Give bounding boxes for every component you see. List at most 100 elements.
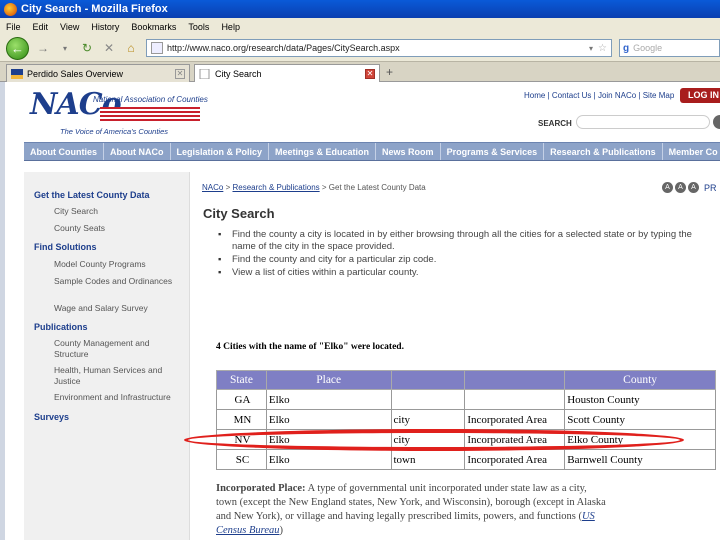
back-button[interactable]: ← xyxy=(6,36,29,60)
table-row: MN Elko city Incorporated Area Scott Cou… xyxy=(216,409,716,430)
window-titlebar: City Search - Mozilla Firefox xyxy=(0,0,720,18)
highlight-ellipse xyxy=(184,429,684,451)
page-title: City Search xyxy=(203,206,275,221)
sidebar-item-county-management[interactable]: County Management and Structure xyxy=(54,338,186,360)
cell-county: Scott County xyxy=(564,409,716,430)
cell-state: MN xyxy=(216,409,267,430)
main-navigation: About Counties About NACo Legislation & … xyxy=(24,142,720,161)
reload-button[interactable]: ↻ xyxy=(79,40,95,56)
list-item: View a list of cities within a particula… xyxy=(218,267,718,279)
sidebar-item-sample-codes[interactable]: Sample Codes and Ordinances xyxy=(54,276,186,287)
stop-button[interactable]: ✕ xyxy=(101,40,117,56)
sidebar-item-county-seats[interactable]: County Seats xyxy=(54,223,186,234)
nav-programs-services[interactable]: Programs & Services xyxy=(441,143,545,160)
page-icon xyxy=(151,42,163,54)
list-item: Find the county a city is located in by … xyxy=(218,229,718,253)
breadcrumb-research[interactable]: Research & Publications xyxy=(232,183,319,192)
cell-type: town xyxy=(390,449,466,470)
menu-edit[interactable]: Edit xyxy=(33,22,49,32)
table-header-row: State Place County xyxy=(216,370,716,390)
nav-member-counties[interactable]: Member Co xyxy=(663,143,720,160)
menu-file[interactable]: File xyxy=(6,22,21,32)
logo-stripes xyxy=(100,107,200,121)
cell-place: Elko xyxy=(265,449,392,470)
definition-note: Incorporated Place: A type of government… xyxy=(216,482,608,538)
menu-bookmarks[interactable]: Bookmarks xyxy=(131,22,176,32)
cell-area xyxy=(464,389,566,410)
naco-logo[interactable]: NACo National Association of Counties Th… xyxy=(30,87,208,139)
column-header-type xyxy=(390,370,466,390)
nav-meetings-education[interactable]: Meetings & Education xyxy=(269,143,377,160)
browser-search-field[interactable]: g Google xyxy=(619,39,720,57)
list-item: Find the county and city for a particula… xyxy=(218,254,718,266)
breadcrumb-current: Get the Latest County Data xyxy=(328,183,426,192)
sidebar-heading-find-solutions[interactable]: Find Solutions xyxy=(34,242,97,252)
sidebar-item-city-search[interactable]: City Search xyxy=(54,206,186,217)
text-size-medium-button[interactable]: A xyxy=(675,182,686,193)
tab-label: Perdido Sales Overview xyxy=(27,68,124,79)
google-icon[interactable]: g xyxy=(623,43,629,54)
cell-county: Barnwell County xyxy=(564,449,716,470)
site-search-input[interactable] xyxy=(576,115,710,129)
print-link[interactable]: PR xyxy=(704,183,717,193)
nav-legislation-policy[interactable]: Legislation & Policy xyxy=(171,143,270,160)
table-row: GA Elko Houston County xyxy=(216,389,716,410)
menu-tools[interactable]: Tools xyxy=(188,22,209,32)
search-placeholder: Google xyxy=(633,43,663,53)
tab-perdido-sales[interactable]: Perdido Sales Overview ✕ xyxy=(6,64,190,82)
sidebar-heading-publications[interactable]: Publications xyxy=(34,322,88,332)
menu-help[interactable]: Help xyxy=(221,22,240,32)
url-text: http://www.naco.org/research/data/Pages/… xyxy=(167,43,400,53)
menu-bar: File Edit View History Bookmarks Tools H… xyxy=(0,18,720,35)
sidebar-item-model-programs[interactable]: Model County Programs xyxy=(54,259,186,270)
search-go-icon[interactable] xyxy=(713,115,720,129)
nav-news-room[interactable]: News Room xyxy=(376,143,441,160)
menu-view[interactable]: View xyxy=(60,22,79,32)
tab-close-icon[interactable]: ✕ xyxy=(175,68,185,79)
sidebar-item-health-human-services[interactable]: Health, Human Services and Justice xyxy=(54,365,186,387)
sidebar-item-environment[interactable]: Environment and Infrastructure xyxy=(54,392,186,403)
cell-type xyxy=(390,389,466,410)
nav-research-publications[interactable]: Research & Publications xyxy=(544,143,663,160)
menu-history[interactable]: History xyxy=(91,22,119,32)
sidebar-heading-county-data[interactable]: Get the Latest County Data xyxy=(34,190,150,200)
breadcrumb-home[interactable]: NACo xyxy=(202,183,223,192)
tab-bar: Perdido Sales Overview ✕ City Search ✕ + xyxy=(0,62,720,82)
table-row: SC Elko town Incorporated Area Barnwell … xyxy=(216,449,716,470)
forward-button[interactable]: → xyxy=(35,40,51,56)
utility-links[interactable]: Home | Contact Us | Join NACo | Site Map xyxy=(524,91,674,100)
login-button[interactable]: LOG IN xyxy=(680,88,720,103)
new-tab-icon[interactable]: + xyxy=(386,65,393,79)
history-dropdown-icon[interactable]: ▾ xyxy=(57,40,73,56)
site-search-label: SEARCH xyxy=(538,119,572,128)
sidebar-heading-surveys[interactable]: Surveys xyxy=(34,412,69,422)
home-button[interactable]: ⌂ xyxy=(123,40,139,56)
cell-place: Elko xyxy=(265,389,392,410)
cell-state: GA xyxy=(216,389,267,410)
window-title: City Search - Mozilla Firefox xyxy=(21,3,168,15)
firefox-icon xyxy=(4,2,17,16)
result-count: 4 Cities with the name of "Elko" were lo… xyxy=(216,342,404,352)
tab-label: City Search xyxy=(215,68,262,79)
column-header-state: State xyxy=(216,370,267,390)
org-name: National Association of Counties xyxy=(93,95,208,104)
text-size-small-button[interactable]: A xyxy=(662,182,673,193)
cell-state: SC xyxy=(216,449,267,470)
results-table: State Place County GA Elko Houston Count… xyxy=(216,370,716,470)
nav-about-counties[interactable]: About Counties xyxy=(24,143,104,160)
nav-about-naco[interactable]: About NACo xyxy=(104,143,171,160)
cell-area: Incorporated Area xyxy=(464,449,566,470)
window-frame xyxy=(0,82,5,540)
url-dropdown-icon[interactable]: ▾ xyxy=(589,44,593,53)
tab-close-icon[interactable]: ✕ xyxy=(365,68,375,79)
definition-close: ) xyxy=(279,525,283,536)
column-header-county: County xyxy=(564,370,716,390)
sidebar-item-wage-survey[interactable]: Wage and Salary Survey xyxy=(54,303,186,314)
address-bar[interactable]: http://www.naco.org/research/data/Pages/… xyxy=(146,39,612,57)
text-size-large-button[interactable]: A xyxy=(688,182,699,193)
tab-city-search[interactable]: City Search ✕ xyxy=(194,64,380,82)
logo-tagline: The Voice of America's Counties xyxy=(60,127,169,136)
bookmark-star-icon[interactable]: ☆ xyxy=(598,43,607,54)
text-size-tools: A A A PR xyxy=(662,182,717,193)
definition-term: Incorporated Place: xyxy=(216,483,306,494)
